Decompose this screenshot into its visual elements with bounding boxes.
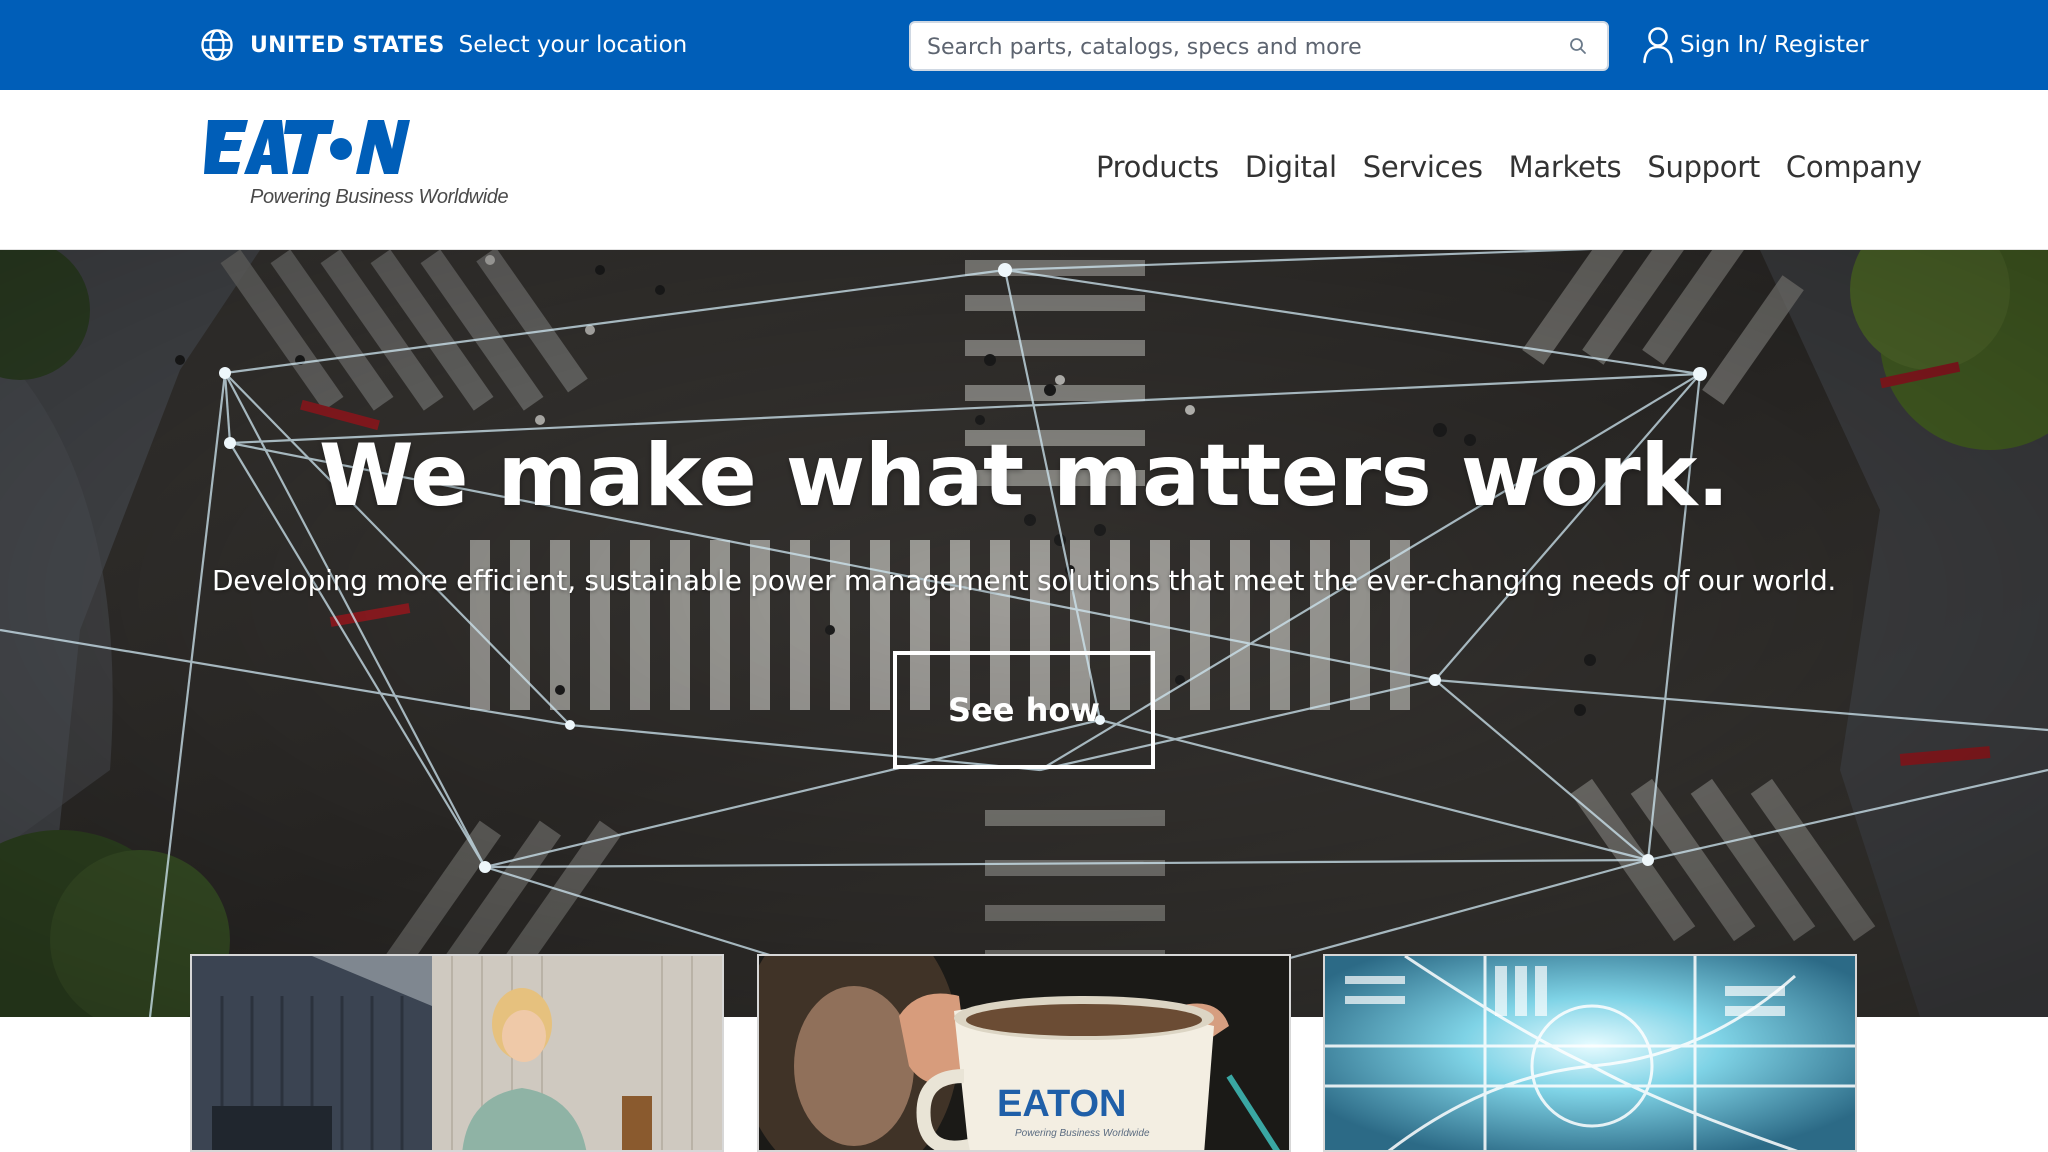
main-header: Powering Business Worldwide Products Dig… [0,90,2048,250]
card-image-woman [192,956,722,1150]
mug-logo-text: EATON [997,1083,1127,1125]
signin-register-link[interactable]: Sign In/ Register [1642,25,1869,65]
hero-title: We make what matters work. [318,426,1730,526]
user-icon [1643,27,1673,64]
see-how-button[interactable]: See how [893,651,1155,769]
feature-card-woman-house[interactable] [190,954,724,1152]
feature-card-coffee-mug[interactable]: EATON Powering Business Worldwide [757,954,1291,1152]
globe-icon [201,29,233,61]
feature-card-aerial-intersection[interactable] [1323,954,1857,1152]
search-icon[interactable] [1569,37,1587,55]
search-box[interactable] [909,21,1609,71]
nav-company[interactable]: Company [1773,150,1935,190]
logo-wordmark [204,120,410,174]
nav-products[interactable]: Products [1096,150,1232,190]
card-image-intersection [1325,956,1855,1150]
search-input[interactable] [927,29,1547,65]
hero-background-image [0,250,2048,1017]
select-location-link[interactable]: Select your location [459,32,688,58]
signin-label[interactable]: Sign In/ Register [1680,32,1869,58]
nav-digital[interactable]: Digital [1232,150,1350,190]
card-image-mug: EATON Powering Business Worldwide [759,956,1289,1150]
main-nav: Products Digital Services Markets Suppor… [1096,150,1935,190]
hero-subtitle: Developing more efficient, sustainable p… [211,564,1837,597]
location-selector[interactable]: UNITED STATES Select your location [200,27,687,63]
nav-markets[interactable]: Markets [1496,150,1635,190]
nav-support[interactable]: Support [1634,150,1773,190]
hero-banner: We make what matters work. Developing mo… [0,250,2048,1017]
eaton-logo[interactable]: Powering Business Worldwide [204,118,509,218]
mug-tagline-text: Powering Business Worldwide [1015,1128,1150,1139]
logo-tagline: Powering Business Worldwide [250,186,509,208]
nav-services[interactable]: Services [1350,150,1496,190]
utility-bar: UNITED STATES Select your location Sign … [0,0,2048,90]
country-label[interactable]: UNITED STATES [250,33,445,58]
